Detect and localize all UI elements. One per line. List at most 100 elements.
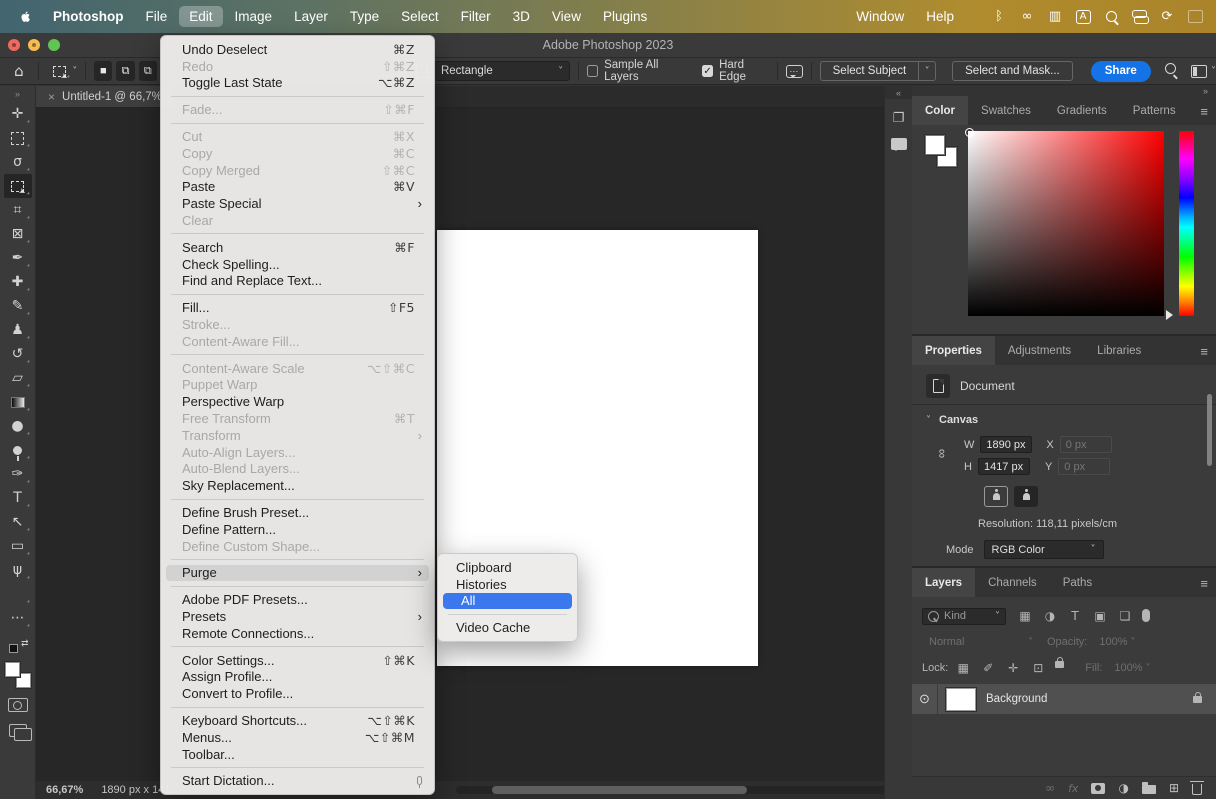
menu-item-free-transform[interactable]: Free Transform ⌘T [161,410,434,427]
history-brush-tool[interactable]: ↺ [4,342,32,366]
tool-preset-icon[interactable] [47,61,73,81]
zoom-level-field[interactable]: 66,67% [46,784,83,796]
eraser-tool[interactable]: ▱ [4,366,32,390]
menu-item-define-custom-shape[interactable]: Define Custom Shape... [161,538,434,555]
layer-group-icon[interactable] [1142,785,1156,794]
color-fg-bg-swatches[interactable] [925,135,959,169]
hue-slider-marker[interactable] [1166,310,1178,320]
bluetooth-icon[interactable]: ᛒ [990,9,1008,25]
menu-item-sky-replacement[interactable]: Sky Replacement... [161,477,434,494]
screen-mirroring-icon[interactable]: ∞ [1018,9,1036,25]
menu-item-transform[interactable]: Transform › [161,427,434,444]
collapse-panels-icon[interactable]: « [885,86,912,99]
toolbar-expand-icon[interactable]: » [15,86,20,102]
menubar-photoshop[interactable]: Photoshop [43,6,134,27]
menu-item-find-replace[interactable]: Find and Replace Text... [161,273,434,290]
healing-brush-tool[interactable]: ✚ [4,270,32,294]
home-icon[interactable]: ⌂ [8,62,30,80]
layer-mask-icon[interactable] [1091,783,1105,794]
section-chevron-icon[interactable]: ˅ [926,415,931,426]
foreground-color-swatch[interactable] [5,662,20,677]
menu-item-presets[interactable]: Presets › [161,608,434,625]
menu-item-puppet-warp[interactable]: Puppet Warp [161,377,434,394]
menu-item-cut[interactable]: Cut ⌘X [161,128,434,145]
dock-expand-icon[interactable]: » [912,86,1216,96]
version-history-icon[interactable]: ❐ [893,111,905,126]
tab-adjustments[interactable]: Adjustments [995,336,1084,365]
dodge-tool[interactable] [4,438,32,462]
menu-item-fill[interactable]: Fill... ⇧F5 [161,299,434,316]
filter-adjustment-layers-icon[interactable]: ◑ [1042,609,1058,623]
lock-position-icon[interactable]: ✛ [1005,661,1021,675]
menu-item-redo[interactable]: Redo ⇧⌘Z [161,58,434,75]
crop-tool[interactable]: ⌗ [4,198,32,222]
layer-filter-toggle[interactable] [1142,609,1150,622]
menu-item-paste-special[interactable]: Paste Special › [161,195,434,212]
tool-mode-select[interactable]: Rectangle ˅ [434,61,570,81]
menu-item-remote-connections[interactable]: Remote Connections... [161,625,434,642]
menu-item-keyboard-shortcuts[interactable]: Keyboard Shortcuts... ⌥⇧⌘K [161,712,434,729]
eyedropper-tool[interactable]: ✒ [4,246,32,270]
workspace-switcher-icon[interactable] [1191,65,1207,78]
lasso-tool[interactable]: σ [4,150,32,174]
keyboard-brightness-icon[interactable]: ▥ [1046,9,1064,25]
path-select-tool[interactable]: ↖ [4,510,32,534]
horizontal-scrollbar-thumb[interactable] [492,786,747,794]
new-selection-mode-icon[interactable]: ■ [94,61,112,81]
menu-item-toggle-last-state[interactable]: Toggle Last State ⌥⌘Z [161,75,434,92]
subtract-selection-mode-icon[interactable]: ⧉ [139,61,157,81]
menu-item-perspective-warp[interactable]: Perspective Warp [161,393,434,410]
panel-scrollbar[interactable] [1207,394,1212,466]
panel-menu-icon[interactable]: ≡ [1200,344,1208,359]
menu-item-copy[interactable]: Copy ⌘C [161,145,434,162]
menubar-layer[interactable]: Layer [284,6,338,27]
feedback-comment-icon[interactable]: ⋯ [786,65,803,78]
select-subject-dropdown[interactable]: ˅ [918,61,936,81]
panel-menu-icon[interactable]: ≡ [1200,104,1208,119]
marquee-tool[interactable] [4,126,32,150]
link-dimensions-icon[interactable]: ∞ [935,449,950,458]
menu-item-content-aware-fill[interactable]: Content-Aware Fill... [161,333,434,350]
select-subject-button[interactable]: Select Subject [820,61,919,81]
tab-channels[interactable]: Channels [975,568,1050,597]
filter-shape-layers-icon[interactable]: ▣ [1092,609,1108,623]
layer-lock-icon[interactable] [1193,696,1202,703]
layer-filter-kind-select[interactable]: Kind ˅ [922,608,1006,625]
menu-item-menus[interactable]: Menus... ⌥⇧⌘M [161,729,434,746]
new-layer-icon[interactable]: ⊞ [1169,781,1179,795]
foreground-background-swatches[interactable] [5,662,31,688]
menu-item-purge[interactable]: Purge › [166,565,429,582]
hand-tool[interactable]: ψ [4,558,32,582]
purge-clipboard[interactable]: Clipboard [438,559,577,576]
tab-layers[interactable]: Layers [912,568,975,597]
search-icon[interactable] [1165,63,1180,79]
layer-visibility-icon[interactable]: ⊙ [912,684,938,714]
add-selection-mode-icon[interactable]: ⧉ [116,61,134,81]
menu-item-search[interactable]: Search ⌘F [161,239,434,256]
tab-swatches[interactable]: Swatches [968,96,1044,125]
width-field[interactable]: 1890 px [980,436,1032,453]
menu-item-color-settings[interactable]: Color Settings... ⇧⌘K [161,652,434,669]
menu-item-auto-blend-layers[interactable]: Auto-Blend Layers... [161,461,434,478]
blur-tool[interactable]: ● [4,414,32,438]
hue-slider[interactable] [1179,131,1194,316]
purge-histories[interactable]: Histories [438,576,577,593]
menu-item-check-spelling[interactable]: Check Spelling... [161,256,434,273]
menu-item-auto-align-layers[interactable]: Auto-Align Layers... [161,444,434,461]
input-source-icon[interactable]: A [1074,9,1092,25]
chevron-down-icon[interactable]: ˅ [1211,66,1216,77]
menu-item-clear[interactable]: Clear [161,212,434,229]
opacity-field[interactable]: 100% ˅ [1094,634,1140,651]
landscape-orientation-button[interactable] [1014,486,1038,507]
lock-all-icon[interactable] [1055,661,1064,668]
tab-patterns[interactable]: Patterns [1120,96,1189,125]
color-field-marker[interactable] [965,128,974,137]
close-tab-icon[interactable]: × [48,90,55,104]
filter-pixel-layers-icon[interactable]: ▦ [1017,609,1033,623]
menu-item-convert-to-profile[interactable]: Convert to Profile... [161,685,434,702]
menubar-plugins[interactable]: Plugins [593,6,657,27]
time-machine-icon[interactable]: ⟳ [1158,9,1176,25]
menubar-3d[interactable]: 3D [503,6,540,27]
hard-edge-checkbox[interactable]: ✓ [702,65,713,77]
blend-mode-select[interactable]: Normal ˅ [922,634,1040,651]
